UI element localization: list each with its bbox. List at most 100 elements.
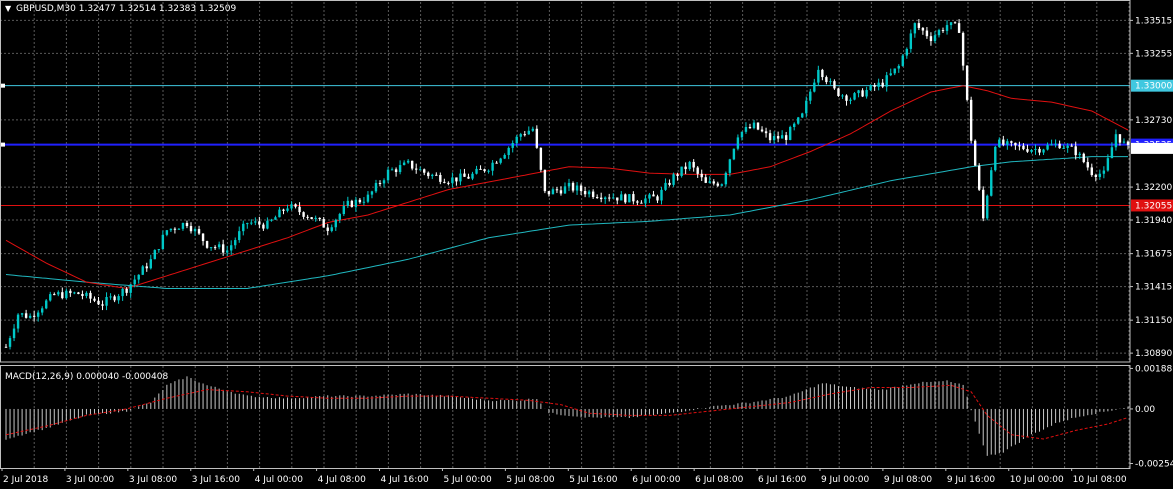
time-tick-label: 6 Jul 16:00 [758,475,807,485]
line-handle[interactable] [1,83,5,88]
candle-body [197,229,201,234]
candle-body [648,194,651,199]
candle-body [141,266,144,275]
candle-body [969,99,973,141]
candle-body [173,228,177,230]
candle-body [736,137,740,149]
candle-body [929,36,933,42]
candle-body [282,209,285,211]
candle-body [471,173,474,179]
candle-body [286,208,289,211]
candle-body [1014,142,1017,146]
candle-body [748,127,752,129]
price-tick-label: 1.32200 [1135,183,1172,193]
candle-body [93,298,96,301]
candle-body [632,194,635,202]
candle-body [720,184,724,186]
macd-info: MACD(12,26,9) 0.000040 -0.000408 [5,372,168,382]
price-chart[interactable]: 1.33515 1.33255 1.32730 1.32200 1.31940 1.316… [0,0,1173,489]
candle-body [567,182,571,187]
candle-body [945,25,949,31]
candle-body [394,169,398,172]
candle-body [849,99,852,101]
candle-body [933,35,937,42]
time-tick-label: 2 Jul 2018 [3,475,48,485]
candle-body [467,176,470,179]
candle-body [475,168,478,174]
candle-body [797,117,800,124]
candle-body [85,292,88,297]
moving-averages [5,85,1129,290]
candle-body [801,113,804,118]
candle-body [845,95,848,101]
candle-body [925,30,929,37]
candle-body [45,300,48,309]
candle-body [853,93,856,100]
candle-body [921,27,925,31]
candle-body [463,173,466,177]
candle-body [318,217,321,220]
candle-body [137,274,140,280]
candle-body [608,197,611,199]
candle-body [628,194,631,203]
candle-body [986,195,989,219]
candle-body [612,197,615,199]
candle-body [1046,145,1049,150]
candle-body [1074,146,1077,156]
time-tick-label: 3 Jul 08:00 [129,475,178,485]
candle-body [314,217,317,219]
time-tick-label: 4 Jul 16:00 [381,475,430,485]
price-tick-label: 1.31940 [1135,216,1172,226]
candle-body [728,159,732,173]
candle-body [1078,153,1081,156]
candle-body [306,216,309,218]
candle-body [24,313,28,318]
price-tick-label: 1.33515 [1135,16,1172,26]
candle-body [49,294,52,301]
candle-body [189,226,193,232]
candle-body [805,100,808,114]
candle-body [905,48,909,56]
candle-body [36,312,40,317]
candle-body [636,201,639,203]
candle-body [539,147,543,170]
candle-body [242,223,245,232]
time-tick-label: 9 Jul 16:00 [947,475,996,485]
candle-body [1070,145,1073,147]
candle-body [274,217,277,220]
candle-body [97,300,100,305]
candle-body [346,200,350,206]
candle-body [193,229,197,232]
candle-body [1002,139,1005,145]
candle-body [370,191,374,195]
candle-body [113,296,116,301]
candle-body [435,174,438,176]
candle-body [61,292,64,299]
macd-tick-label: 0.001887 [1135,364,1173,374]
candle-body [225,250,229,253]
time-tick-label: 4 Jul 00:00 [255,475,304,485]
candle-body [451,177,454,184]
candle-body [378,182,382,184]
candle-body [1086,162,1089,168]
time-tick-label: 3 Jul 00:00 [66,475,115,485]
candle-body [77,292,80,294]
dropdown-arrow-icon[interactable]: ▼ [5,4,12,13]
candle-body [982,189,985,219]
candle-body [133,279,136,285]
line-handle[interactable] [1,142,5,147]
candle-body [813,82,816,92]
candle-body [250,222,253,224]
candle-body [768,133,772,141]
candle-body [511,143,514,148]
candle-body [575,185,579,191]
candle-body [1026,149,1029,152]
candle-body [310,217,313,219]
candle-body [153,250,157,260]
price-tag-label: 1.32055 [1135,201,1172,211]
candle-body [660,189,663,201]
candle-body [238,231,241,241]
candle-body [169,228,173,231]
candle-body [897,65,900,69]
candle-body [12,328,16,339]
